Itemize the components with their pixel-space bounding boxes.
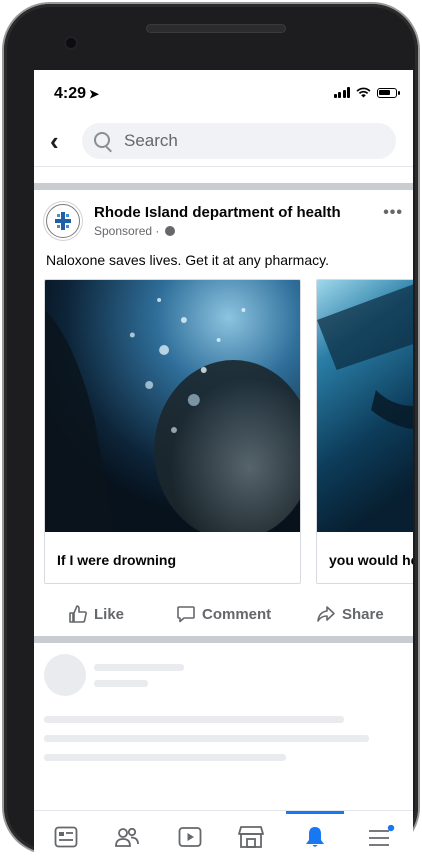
ridoh-logo-avatar[interactable] [44, 202, 82, 240]
tab-friends[interactable] [102, 811, 152, 861]
carousel-card-caption: you would help [329, 552, 413, 568]
status-bar: 4:29 ➤ [34, 70, 413, 116]
feed-separator [34, 636, 413, 643]
status-icons [333, 87, 400, 98]
app-screen: 4:29 ➤ ‹ Search Rhode Island department … [34, 70, 413, 861]
tab-watch[interactable] [165, 811, 215, 861]
comment-button[interactable]: Comment [176, 604, 271, 624]
news-feed-icon [54, 826, 78, 847]
tab-marketplace[interactable] [226, 811, 276, 861]
post-header: Rhode Island department of health Sponso… [34, 200, 413, 244]
post-actions: Like Comment Share [34, 592, 413, 636]
phone-frame: 4:29 ➤ ‹ Search Rhode Island department … [4, 4, 418, 861]
post-author-name[interactable]: Rhode Island department of health [94, 204, 341, 221]
carousel-card[interactable]: If I were drowning [44, 279, 301, 584]
watch-icon [178, 826, 202, 847]
carousel-image-underwater [317, 280, 413, 532]
search-header: ‹ Search [34, 118, 413, 167]
tab-menu[interactable] [356, 811, 406, 861]
thumbs-up-icon [69, 605, 87, 623]
more-options-icon[interactable]: ••• [383, 204, 403, 222]
front-camera [66, 38, 76, 48]
search-icon [94, 132, 110, 148]
marketplace-icon [238, 825, 264, 848]
signal-icon [333, 87, 350, 98]
feed-separator [34, 183, 413, 190]
battery-icon [377, 87, 400, 98]
menu-icon [369, 824, 395, 846]
tab-notifications[interactable] [290, 811, 340, 861]
share-arrow-icon [317, 606, 335, 622]
share-button[interactable]: Share [316, 604, 384, 624]
post-caption: Naloxone saves lives. Get it at any phar… [46, 252, 329, 268]
back-chevron-icon[interactable]: ‹ [50, 128, 59, 154]
search-placeholder: Search [124, 131, 178, 150]
globe-icon [164, 226, 175, 236]
comment-bubble-icon [177, 606, 195, 623]
loading-line-placeholder [44, 716, 344, 723]
like-label: Like [94, 605, 125, 623]
carousel-image-drowning [45, 280, 300, 532]
speaker-grille [146, 24, 286, 33]
bottom-tab-bar [34, 810, 413, 861]
carousel-card-caption: If I were drowning [57, 552, 177, 568]
location-arrow-icon: ➤ [89, 87, 100, 101]
wifi-icon [356, 87, 371, 98]
notifications-bell-icon [306, 826, 324, 847]
sponsored-text: Sponsored · [94, 224, 163, 238]
like-button[interactable]: Like [68, 604, 124, 624]
status-time: 4:29 ➤ [54, 85, 99, 103]
comment-label: Comment [202, 605, 272, 623]
status-time-text: 4:29 [54, 85, 87, 102]
share-label: Share [342, 605, 384, 623]
loading-line-placeholder [94, 664, 184, 671]
loading-avatar-placeholder [44, 654, 86, 696]
search-input[interactable]: Search [82, 123, 396, 159]
loading-line-placeholder [44, 754, 286, 761]
sponsored-label: Sponsored · [94, 224, 175, 238]
friends-icon [115, 827, 139, 847]
loading-line-placeholder [44, 735, 369, 742]
tab-news-feed[interactable] [41, 811, 91, 861]
carousel-card[interactable]: you would help [316, 279, 413, 584]
ridoh-cross-icon [55, 212, 71, 230]
loading-line-placeholder [94, 680, 148, 687]
